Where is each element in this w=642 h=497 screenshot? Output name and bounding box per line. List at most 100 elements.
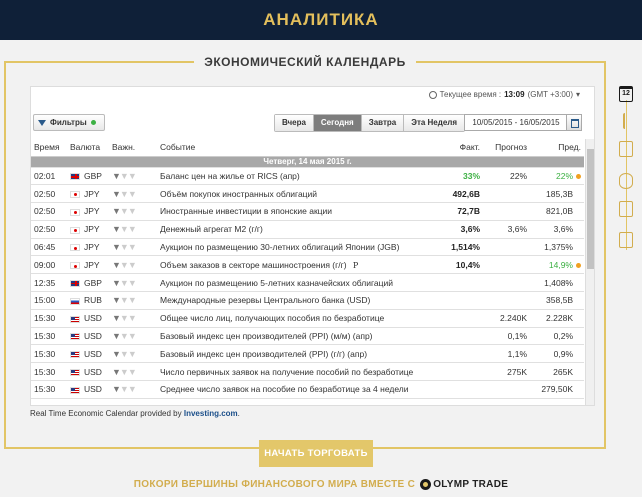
currency-code: JPY bbox=[84, 206, 100, 217]
event-time: 09:00 bbox=[31, 255, 67, 275]
start-trading-button[interactable]: НАЧАТЬ ТОРГОВАТЬ bbox=[259, 440, 373, 467]
table-row[interactable]: 15:30 USD ▼▼▼ Число первичных заявок на пол… bbox=[31, 362, 584, 382]
forecast-value: 1,1% bbox=[483, 344, 530, 364]
actual-value bbox=[433, 273, 483, 293]
event-name[interactable]: Денежный агрегат M2 (г/г) bbox=[157, 220, 433, 239]
bull-icon: ▼ bbox=[112, 348, 121, 359]
flag-gb-icon bbox=[70, 173, 80, 181]
side-nav: 12 bbox=[614, 80, 640, 260]
col-actual[interactable]: Факт. bbox=[433, 139, 483, 157]
tab-yesterday[interactable]: Вчера bbox=[275, 115, 314, 131]
document-icon[interactable] bbox=[619, 232, 633, 248]
event-name[interactable]: Среднее число заявок на пособие по безра… bbox=[157, 380, 433, 399]
forecast-value: 275K bbox=[483, 362, 530, 382]
event-name[interactable]: Объем заказов в секторе машиностроения (… bbox=[157, 255, 433, 275]
col-currency[interactable]: Валюта bbox=[67, 139, 109, 157]
event-name[interactable]: Базовый индекс цен производителей (PPI) … bbox=[157, 344, 433, 364]
flag-us-icon bbox=[70, 386, 80, 394]
day-header: Четверг, 14 мая 2015 г. bbox=[31, 156, 584, 168]
table-row[interactable]: 06:45 JPY ▼▼▼ Аукцион по размещению 30-летн… bbox=[31, 238, 584, 257]
actual-value: 10,4% bbox=[433, 255, 483, 275]
filter-icon bbox=[38, 119, 46, 126]
event-time: 02:01 bbox=[31, 167, 67, 186]
calendar-icon[interactable]: 12 bbox=[619, 86, 633, 102]
tab-tomorrow[interactable]: Завтра bbox=[361, 115, 405, 131]
col-importance[interactable]: Важн. bbox=[109, 139, 157, 157]
bull-icon: ▼ bbox=[119, 313, 129, 324]
event-time: 15:30 bbox=[31, 309, 67, 328]
candle-icon[interactable] bbox=[623, 113, 629, 129]
col-time[interactable]: Время bbox=[31, 139, 67, 157]
top-header: АНАЛИТИКА bbox=[0, 0, 642, 40]
flag-jp-icon bbox=[70, 226, 80, 234]
previous-cell: 14,9% bbox=[530, 255, 584, 275]
current-time[interactable]: Текущее время : 13:09 (GMT +3:00) ▾ bbox=[428, 90, 580, 99]
percent-icon[interactable] bbox=[619, 201, 633, 217]
actual-value bbox=[433, 291, 483, 310]
event-name[interactable]: Международные резервы Центрального банка… bbox=[157, 291, 433, 310]
importance: ▼▼▼ bbox=[109, 167, 157, 186]
col-forecast[interactable]: Прогноз bbox=[483, 139, 530, 157]
table-row[interactable]: 12:35 GBP ▼▼▼ Аукцион по размещению 5-летни… bbox=[31, 273, 584, 293]
table-row[interactable]: 02:50 JPY ▼▼▼ Иностранные инвестиции в япон… bbox=[31, 202, 584, 221]
table-row[interactable]: 15:30 USD ▼▼▼ Базовый индекс цен производит… bbox=[31, 344, 584, 364]
settings-sliders-icon[interactable] bbox=[619, 141, 633, 157]
table-row[interactable]: 15:30 USD ▼▼▼ Среднее число заявок на пособ… bbox=[31, 380, 584, 399]
table-row[interactable]: 02:01 GBP ▼▼▼ Баланс цен на жилье от RICS (… bbox=[31, 167, 584, 186]
event-name[interactable]: Число первичных заявок на получение посо… bbox=[157, 362, 433, 382]
table-row[interactable]: 09:00 JPY ▼▼▼ Объем заказов в секторе машин… bbox=[31, 255, 584, 275]
event-name[interactable]: Общее число лиц, получающих пособия по б… bbox=[157, 309, 433, 328]
currency-code: JPY bbox=[84, 188, 100, 199]
bull-icon: ▼ bbox=[127, 313, 137, 324]
table-row[interactable]: 02:50 JPY ▼▼▼ Объём покупок иностранных обл… bbox=[31, 184, 584, 204]
bull-icon: ▼ bbox=[112, 277, 121, 288]
currency-cell: USD bbox=[67, 362, 109, 382]
scrollbar-thumb[interactable] bbox=[587, 149, 594, 269]
actual-value bbox=[433, 380, 483, 399]
importance: ▼▼▼ bbox=[109, 327, 157, 346]
forecast-value bbox=[483, 291, 530, 310]
importance: ▼▼▼ bbox=[109, 309, 157, 328]
filters-button[interactable]: Фильтры bbox=[33, 114, 105, 131]
forecast-value: 2.240K bbox=[483, 309, 530, 328]
flag-ru-icon bbox=[70, 297, 80, 305]
period-tabs: Вчера Сегодня Завтра Эта Неделя bbox=[274, 114, 466, 132]
event-name[interactable]: Аукцион по размещению 30-летних облигаци… bbox=[157, 238, 433, 257]
event-time: 15:30 bbox=[31, 327, 67, 346]
date-range-input[interactable]: 10/05/2015 - 16/05/2015 bbox=[464, 114, 582, 131]
previous-cell: 358,5B bbox=[530, 291, 584, 310]
event-time: 15:00 bbox=[31, 291, 67, 310]
importance: ▼▼▼ bbox=[109, 273, 157, 293]
event-name[interactable]: Иностранные инвестиции в японские акции bbox=[157, 202, 433, 221]
col-previous[interactable]: Пред. bbox=[530, 139, 584, 157]
event-name[interactable]: Аукцион по размещению 5-летних казначейс… bbox=[157, 273, 433, 293]
flag-us-icon bbox=[70, 333, 80, 341]
tab-this-week[interactable]: Эта Неделя bbox=[404, 115, 465, 131]
col-event[interactable]: Событие bbox=[157, 139, 433, 157]
table-row[interactable]: 15:00 RUB ▼▼▼ Международные резервы Централ… bbox=[31, 291, 584, 310]
date-range-value: 10/05/2015 - 16/05/2015 bbox=[472, 118, 560, 127]
bull-icon: ▼ bbox=[119, 277, 129, 288]
previous-cell: 2.228K bbox=[530, 309, 584, 328]
actual-value: 72,7B bbox=[433, 202, 483, 221]
actual-value bbox=[433, 344, 483, 364]
scrollbar[interactable] bbox=[585, 139, 594, 405]
date-picker-icon[interactable] bbox=[566, 114, 582, 131]
currency-code: GBP bbox=[84, 277, 102, 288]
table-row[interactable]: 15:30 USD ▼▼▼ Общее число лиц, получающих п… bbox=[31, 309, 584, 328]
tab-today[interactable]: Сегодня bbox=[313, 115, 362, 131]
eye-icon[interactable] bbox=[619, 173, 633, 189]
investing-link[interactable]: Investing.com bbox=[184, 409, 238, 418]
bull-icon: ▼ bbox=[112, 295, 121, 306]
flag-jp-icon bbox=[70, 190, 80, 198]
bull-icon: ▼ bbox=[119, 224, 129, 235]
actual-value bbox=[433, 362, 483, 382]
currency-cell: GBP bbox=[67, 273, 109, 293]
event-name[interactable]: Базовый индекс цен производителей (PPI) … bbox=[157, 327, 433, 346]
table-row[interactable]: 15:30 USD ▼▼▼ Базовый индекс цен производит… bbox=[31, 327, 584, 346]
bull-icon: ▼ bbox=[127, 295, 137, 306]
table-row[interactable]: 02:50 JPY ▼▼▼ Денежный агрегат M2 (г/г) 3,6%… bbox=[31, 220, 584, 239]
chevron-down-icon[interactable]: ▾ bbox=[576, 90, 580, 99]
event-name[interactable]: Баланс цен на жилье от RICS (апр) bbox=[157, 167, 433, 186]
event-name[interactable]: Объём покупок иностранных облигаций bbox=[157, 184, 433, 204]
